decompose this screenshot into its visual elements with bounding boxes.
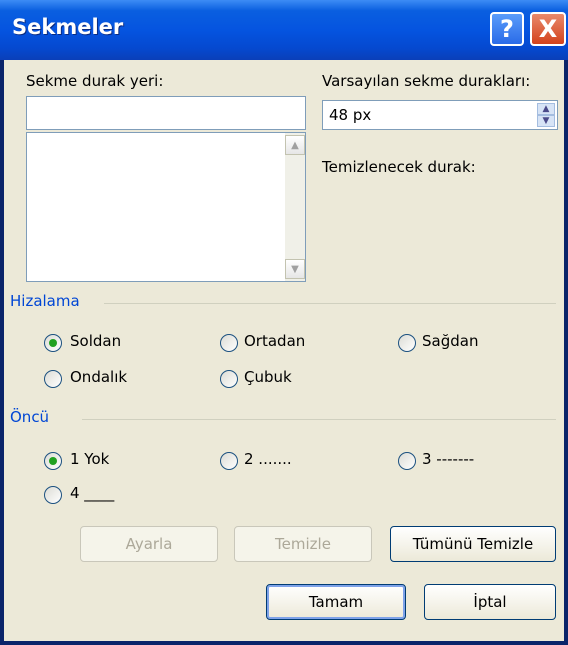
tab-stop-list[interactable]: ▲ ▼ — [26, 132, 306, 282]
spin-down-icon[interactable]: ▼ — [537, 115, 555, 127]
leader-divider — [82, 419, 556, 420]
radio-center[interactable] — [220, 334, 238, 352]
tab-stop-label: Sekme durak yeri: — [26, 72, 164, 90]
scroll-up-icon[interactable]: ▲ — [285, 135, 305, 155]
clear-all-button[interactable]: Tümünü Temizle — [390, 526, 556, 562]
title-bar[interactable]: Sekmeler ? X — [0, 0, 568, 60]
spin-up-icon[interactable]: ▲ — [537, 103, 555, 115]
radio-bar[interactable] — [220, 370, 238, 388]
radio-leader-underline-label[interactable]: 4 ____ — [70, 484, 114, 502]
dialog-title: Sekmeler — [12, 15, 124, 39]
leader-group-title: Öncü — [10, 408, 50, 426]
radio-leader-dashes-label[interactable]: 3 ------- — [422, 450, 474, 468]
radio-leader-dots[interactable] — [220, 452, 238, 470]
radio-leader-none-label[interactable]: 1 Yok — [70, 450, 109, 468]
list-scrollbar[interactable]: ▲ ▼ — [285, 133, 305, 281]
radio-leader-dots-label[interactable]: 2 ....... — [244, 450, 292, 468]
radio-decimal[interactable] — [44, 370, 62, 388]
close-icon[interactable]: X — [530, 12, 566, 46]
default-stops-spinbox[interactable]: 48 px ▲ ▼ — [322, 100, 558, 130]
clear-stop-label: Temizlenecek durak: — [322, 158, 476, 176]
radio-left-label[interactable]: Soldan — [70, 332, 121, 350]
default-stops-value: 48 px — [329, 106, 372, 124]
radio-leader-underline[interactable] — [44, 486, 62, 504]
radio-right-label[interactable]: Sağdan — [422, 332, 478, 350]
radio-bar-label[interactable]: Çubuk — [244, 368, 292, 386]
radio-center-label[interactable]: Ortadan — [244, 332, 305, 350]
default-stops-label: Varsayılan sekme durakları: — [322, 72, 531, 90]
radio-decimal-label[interactable]: Ondalık — [70, 368, 127, 386]
alignment-divider — [104, 303, 556, 304]
set-button[interactable]: Ayarla — [80, 526, 218, 562]
radio-left[interactable] — [44, 334, 62, 352]
radio-right[interactable] — [398, 334, 416, 352]
alignment-group-title: Hizalama — [10, 292, 80, 310]
scroll-down-icon[interactable]: ▼ — [285, 259, 305, 279]
dialog-body: Sekme durak yeri: ▲ ▼ Varsayılan sekme d… — [4, 60, 564, 641]
cancel-button[interactable]: İptal — [424, 584, 556, 620]
clear-button[interactable]: Temizle — [234, 526, 372, 562]
help-icon[interactable]: ? — [490, 12, 524, 46]
tab-stop-input[interactable] — [26, 96, 306, 130]
ok-button[interactable]: Tamam — [266, 584, 406, 620]
radio-leader-none[interactable] — [44, 452, 62, 470]
radio-leader-dashes[interactable] — [398, 452, 416, 470]
dialog-window: Sekmeler ? X Sekme durak yeri: ▲ ▼ Varsa… — [0, 0, 568, 645]
